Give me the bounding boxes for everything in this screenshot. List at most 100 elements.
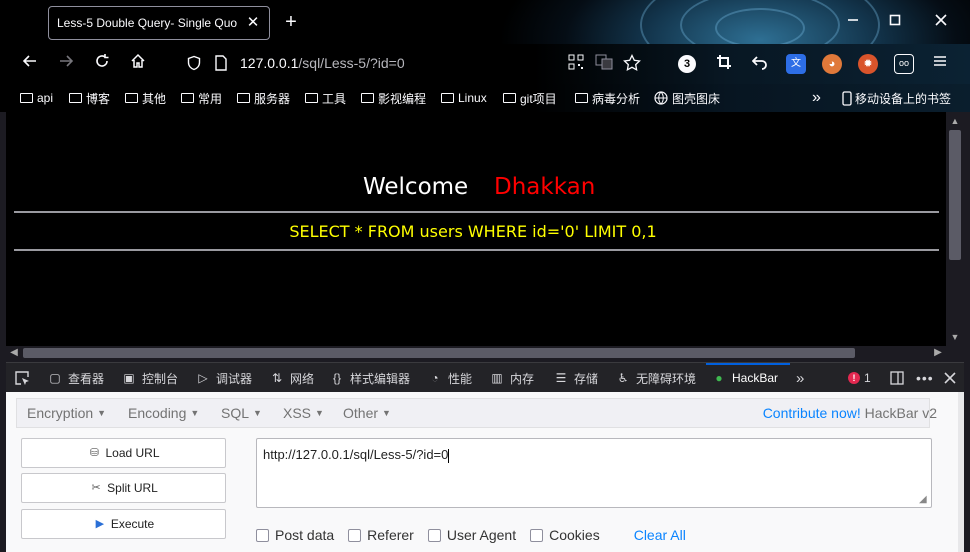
cookies-option[interactable]: Cookies [530,527,600,543]
bookmark-folder-tools[interactable]: 工具 [305,89,346,107]
tab-accessibility[interactable]: ♿ 无障碍环境 [616,369,696,387]
mobile-bookmarks[interactable]: 移动设备上的书签 [842,89,951,107]
tab-hackbar[interactable]: ● HackBar [712,369,778,387]
vertical-scrollbar[interactable]: ▲ ▼ [946,112,964,346]
bookmark-folder-git[interactable]: git项目 [503,89,557,107]
tab-inspector[interactable]: ▢ 查看器 [48,369,104,387]
button-label: Execute [110,517,155,531]
more-tabs-icon[interactable]: » [796,369,804,387]
reader-extension-icon[interactable]: oo [894,54,914,74]
tab-storage[interactable]: ☰ 存储 [554,369,598,387]
scroll-up-icon[interactable]: ▲ [950,116,960,126]
dock-icon[interactable] [890,369,904,387]
forward-icon[interactable] [54,52,78,76]
home-icon[interactable] [126,52,150,76]
url-text[interactable]: 127.0.0.1/sql/Less-5/?id=0 [240,55,405,71]
chevron-down-icon: ▼ [97,408,107,418]
bookmark-folder-virus[interactable]: 病毒分析 [575,89,640,107]
cookies-checkbox[interactable] [530,528,544,542]
menu-sql[interactable]: SQL ▼ [221,405,262,421]
url-textarea[interactable]: http://127.0.0.1/sql/Less-5/?id=0 ◢ [256,438,932,508]
active-tab-indicator [706,363,790,365]
post-data-option[interactable]: Post data [256,527,334,543]
menu-xss[interactable]: XSS ▼ [283,405,324,421]
load-url-button[interactable]: ⛁ Load URL [21,438,226,468]
bookmark-folder-linux[interactable]: Linux [441,89,487,107]
clear-all-link[interactable]: Clear All [634,527,686,543]
bookmark-folder-api[interactable]: api [20,89,53,107]
hackbar-scrollbar[interactable] [958,392,964,552]
bookmark-folder-common[interactable]: 常用 [181,89,222,107]
referer-checkbox[interactable] [348,528,362,542]
bookmark-folder-other[interactable]: 其他 [125,89,166,107]
scroll-left-icon[interactable]: ◀ [8,347,20,359]
resize-handle-icon[interactable]: ◢ [919,495,929,505]
tab-memory[interactable]: ▥ 内存 [490,369,534,387]
firefox-extension-icon[interactable]: ✹ [858,54,878,74]
menu-label: SQL [221,405,250,421]
execute-button[interactable]: ▶ Execute [21,509,226,539]
horizontal-scrollbar[interactable]: ◀ ▶ [6,346,946,360]
menu-encryption[interactable]: Encryption ▼ [27,405,106,421]
sql-query-text: SELECT * FROM users WHERE id='0' LIMIT 0… [289,222,657,241]
option-label: User Agent [446,527,517,543]
bookmark-folder-media[interactable]: 影视编程 [361,89,426,107]
tab-console[interactable]: ▣ 控制台 [122,369,178,387]
scrollbar-thumb[interactable] [949,130,961,260]
bookmark-label: 影视编程 [378,91,427,106]
storage-icon: ☰ [555,371,567,385]
shield-icon[interactable] [186,55,202,74]
back-icon[interactable] [18,52,42,76]
menu-encoding[interactable]: Encoding ▼ [128,405,199,421]
window-close-icon[interactable] [929,10,953,34]
translator-extension-icon[interactable]: 文 [786,54,806,74]
bookmarks-overflow-icon[interactable]: » [812,89,821,107]
undo-icon[interactable] [750,54,770,74]
chevron-down-icon: ▼ [190,408,200,418]
translate-icon[interactable] [594,54,614,74]
bookmark-label: 其他 [142,91,167,106]
bookmark-folder-blog[interactable]: 博客 [69,89,110,107]
page-info-icon[interactable] [214,55,228,74]
tab-style-editor[interactable]: {} 样式编辑器 [330,369,410,387]
tab-performance[interactable]: ◔ 性能 [428,369,472,387]
menu-other[interactable]: Other ▼ [343,405,391,421]
new-tab-button[interactable]: + [281,10,301,34]
tab-label: 无障碍环境 [636,371,697,386]
chevron-down-icon: ▼ [315,408,324,418]
crop-icon[interactable] [714,54,734,74]
folder-icon [441,93,454,103]
reload-icon[interactable] [90,52,114,76]
hackbar-menu: Encryption ▼ Encoding ▼ SQL ▼ XSS ▼ Other ▼ C… [16,398,937,428]
qr-code-icon[interactable] [566,54,586,74]
close-tab-icon[interactable]: ✕ [245,15,261,31]
bookmark-image-host[interactable]: 图壳图床 [654,89,720,107]
tab-debugger[interactable]: ▷ 调试器 [196,369,252,387]
tab-network[interactable]: ⇅ 网络 [270,369,314,387]
devtools-menu-icon[interactable]: ••• [916,369,934,387]
user-agent-checkbox[interactable] [427,528,441,542]
fox-extension-icon[interactable]: ◕ [822,54,842,74]
minimize-icon[interactable] [841,10,865,34]
post-data-checkbox[interactable] [256,528,269,542]
scrollbar-thumb[interactable] [23,348,855,358]
error-count[interactable]: ! 1 [848,369,871,387]
element-picker-icon[interactable] [14,369,30,387]
bookmark-folder-server[interactable]: 服务器 [237,89,290,107]
maximize-icon[interactable] [883,10,907,34]
active-tab[interactable]: Less-5 Double Query- Single Quo ✕ [48,6,270,40]
bookmark-star-icon[interactable] [622,53,642,74]
performance-icon: ◔ [431,371,439,385]
user-agent-option[interactable]: User Agent [427,527,517,543]
menu-icon[interactable] [930,54,950,74]
tab-label: 存储 [574,371,599,386]
split-url-button[interactable]: ✂ Split URL [21,473,226,503]
scroll-right-icon[interactable]: ▶ [932,347,944,359]
close-devtools-icon[interactable] [944,369,956,387]
contribute-link[interactable]: Contribute now! [763,405,861,421]
bookmark-label: 工具 [322,91,347,106]
error-icon: ! [848,372,860,384]
scroll-down-icon[interactable]: ▼ [950,332,960,342]
extension-badge-icon[interactable]: 3 [678,55,696,73]
referer-option[interactable]: Referer [348,527,414,543]
